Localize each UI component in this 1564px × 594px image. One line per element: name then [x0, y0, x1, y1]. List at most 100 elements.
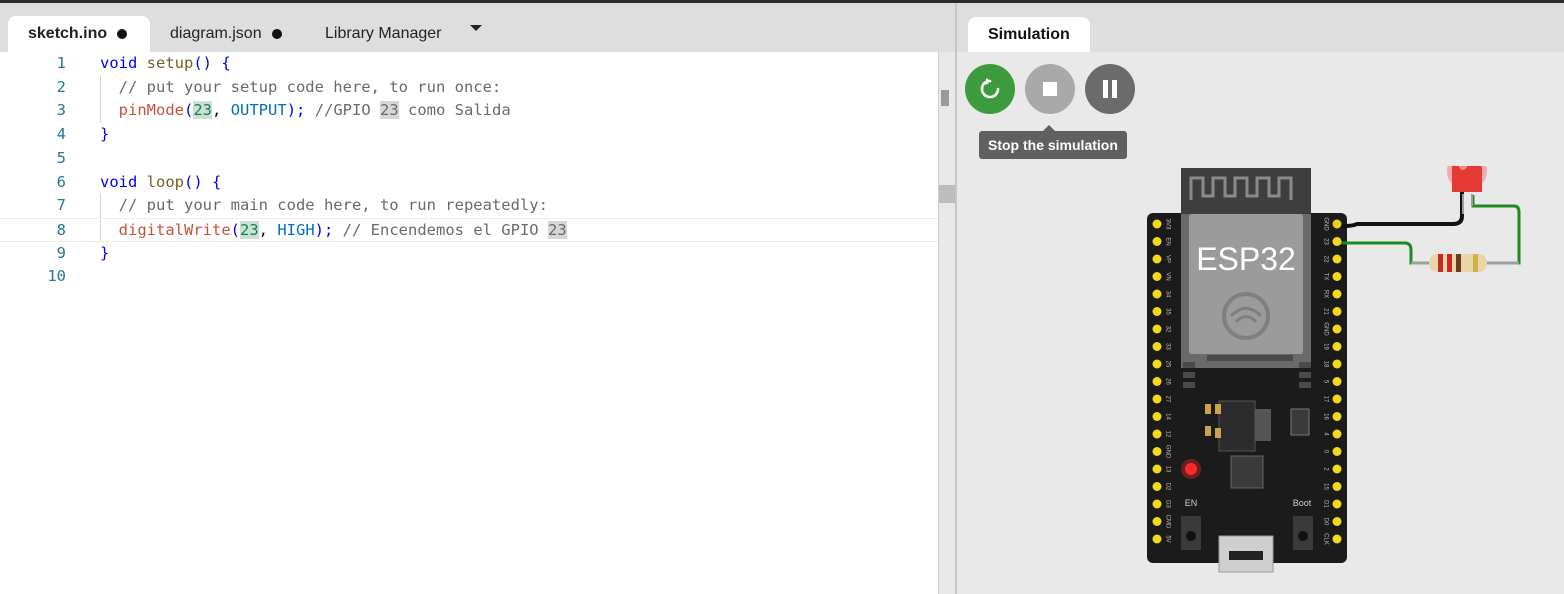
led-red[interactable] — [1452, 166, 1482, 192]
tab-simulation[interactable]: Simulation — [968, 17, 1090, 52]
pin[interactable] — [1152, 464, 1162, 474]
code-token: } — [100, 243, 110, 262]
pin-label: CMD — [1164, 515, 1170, 529]
pin[interactable] — [1332, 517, 1342, 526]
pin[interactable] — [1152, 272, 1162, 281]
pin-label: VN — [1164, 272, 1170, 280]
pin[interactable] — [1332, 482, 1342, 491]
pin[interactable] — [1152, 499, 1162, 509]
code-token: 23 — [240, 220, 259, 239]
pin[interactable] — [1152, 517, 1162, 526]
code-line[interactable]: 8 digitalWrite(23, HIGH); // Encendemos … — [0, 217, 955, 242]
pin[interactable] — [1152, 342, 1162, 351]
restart-icon — [980, 78, 1000, 99]
pin-label: 3V3 — [1164, 219, 1170, 230]
code-line[interactable]: 9} — [0, 242, 938, 266]
restart-button[interactable] — [965, 64, 1015, 114]
pin-label: 19 — [1322, 343, 1328, 350]
tab-label: sketch.ino — [28, 25, 108, 42]
pin[interactable] — [1152, 447, 1162, 456]
pin[interactable] — [1152, 394, 1162, 404]
pin[interactable] — [1332, 307, 1342, 316]
code-line[interactable]: 10 — [0, 265, 938, 289]
pin[interactable] — [1152, 377, 1162, 386]
pin-label: D1 — [1322, 500, 1328, 508]
pin[interactable] — [1152, 429, 1162, 439]
pin[interactable] — [1332, 534, 1342, 544]
line-number: 3 — [56, 101, 66, 120]
line-number: 8 — [56, 220, 66, 239]
code-token: ); — [286, 101, 315, 120]
pin[interactable] — [1332, 499, 1342, 509]
code-line[interactable]: 2 // put your setup code here, to run on… — [0, 76, 938, 100]
pin[interactable] — [1152, 359, 1162, 369]
code-token: setup — [137, 54, 194, 72]
code-line[interactable]: 6 void loop() { — [0, 171, 938, 195]
line-number: 10 — [47, 267, 66, 286]
pin-label: 12 — [1164, 431, 1170, 438]
stop-icon — [1043, 82, 1057, 96]
pin[interactable] — [1152, 324, 1162, 334]
code-token: () { — [184, 172, 222, 191]
pin[interactable] — [1332, 377, 1342, 386]
code-token: void — [100, 172, 138, 191]
code-line[interactable]: 1 void setup() { — [0, 52, 938, 76]
pin[interactable] — [1332, 237, 1342, 246]
pin[interactable] — [1152, 237, 1162, 246]
code-token: void — [100, 54, 138, 72]
pin[interactable] — [1332, 342, 1342, 351]
tab-library-manager[interactable]: Library Manager — [305, 16, 465, 52]
pin[interactable] — [1332, 394, 1342, 404]
pin-label: VP — [1164, 255, 1170, 263]
pin[interactable] — [1332, 359, 1342, 369]
pin[interactable] — [1332, 254, 1342, 264]
pin[interactable] — [1152, 482, 1162, 491]
code-token: 23 — [380, 101, 399, 120]
code-line[interactable]: 4} — [0, 123, 938, 147]
tab-sketch-ino[interactable]: sketch.ino — [8, 16, 150, 52]
pin[interactable] — [1152, 534, 1162, 544]
pin[interactable] — [1332, 447, 1342, 456]
tabs-dropdown-icon[interactable] — [470, 25, 482, 31]
tab-label: Simulation — [988, 25, 1070, 43]
line-number: 5 — [56, 148, 66, 167]
tab-diagram-json[interactable]: diagram.json — [150, 16, 306, 52]
pin[interactable] — [1332, 429, 1342, 439]
pin-label: 14 — [1164, 413, 1170, 420]
scrollbar-thumb[interactable] — [939, 185, 956, 203]
pin[interactable] — [1152, 219, 1162, 229]
pin[interactable] — [1332, 324, 1342, 334]
pin-label: 5V — [1164, 535, 1170, 542]
pin[interactable] — [1152, 289, 1162, 299]
wire-led-resistor[interactable] — [1471, 195, 1521, 265]
en-label: EN — [1185, 498, 1198, 508]
stop-button[interactable] — [1025, 64, 1075, 114]
pin[interactable] — [1332, 464, 1342, 474]
pause-button[interactable] — [1085, 64, 1135, 114]
pin[interactable] — [1332, 272, 1342, 281]
pin-label: 21 — [1322, 308, 1328, 315]
pin[interactable] — [1152, 412, 1162, 421]
code-text: void loop() { — [100, 171, 221, 195]
pin[interactable] — [1152, 307, 1162, 316]
pin-label: 15 — [1322, 483, 1328, 490]
pin[interactable] — [1332, 219, 1342, 229]
circuit-diagram[interactable]: ESP32 3V3 EN VP VN 34 35 32 33 25 26 27 14 12 GND 13 D2… — [1147, 166, 1537, 576]
pin[interactable] — [1152, 254, 1162, 264]
wire-gnd[interactable] — [1338, 192, 1464, 228]
simulation-pane: Simulation Stop the simulation ESP32 3V3… — [957, 3, 1564, 594]
code-line[interactable]: 5 — [0, 147, 938, 171]
code-editor[interactable]: 1 void setup() {2 // put your setup code … — [0, 52, 955, 594]
pin[interactable] — [1332, 289, 1342, 299]
code-line[interactable]: 3 pinMode(23, OUTPUT); //GPIO 23 como Sa… — [0, 99, 938, 123]
pin-label: D2 — [1164, 483, 1170, 491]
pin[interactable] — [1332, 412, 1342, 421]
line-number: 9 — [56, 243, 66, 262]
editor-scrollbar[interactable] — [938, 52, 956, 594]
code-token: pinMode — [100, 101, 184, 120]
wire-gpio23[interactable] — [1338, 241, 1417, 265]
pin-label: 27 — [1164, 396, 1170, 403]
pin-label: 34 — [1164, 291, 1170, 298]
chip-label: ESP32 — [1196, 241, 1296, 277]
code-line[interactable]: 7 // put your main code here, to run rep… — [0, 194, 938, 218]
